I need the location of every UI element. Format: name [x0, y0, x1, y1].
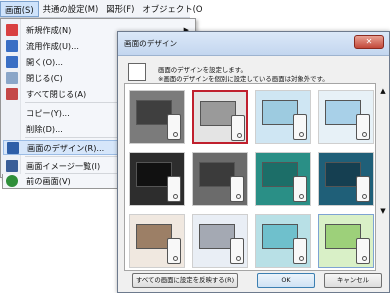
dialog-message: 画面のデザインを設定します。 ※画面のデザインを個別に設定している画面は対象外で… [128, 63, 383, 85]
message-line-2: ※画面のデザインを個別に設定している画面は対象外です。 [158, 75, 329, 83]
menu-item-label: 画面のデザイン(R)... [27, 142, 105, 153]
vertical-scrollbar[interactable]: ▲ ▼ [377, 83, 389, 271]
new-screen-icon [6, 23, 18, 36]
menu-item-label: 閉じる(C) [26, 72, 63, 83]
ok-button[interactable]: OK [257, 273, 315, 288]
menu-item-label: 流用作成(U)... [26, 40, 79, 51]
scroll-down-arrow-icon[interactable]: ▼ [377, 207, 389, 217]
mobile-preview-icon [293, 114, 307, 140]
design-tile[interactable] [129, 90, 185, 144]
mobile-preview-icon [167, 176, 181, 202]
apply-all-button[interactable]: すべての画面に設定を反映する(R) [132, 273, 238, 288]
mobile-preview-icon [356, 238, 370, 264]
menubar-item-screen[interactable]: 画面(S) [0, 0, 39, 17]
mobile-preview-icon [231, 115, 245, 141]
screen-image-list-icon [6, 159, 18, 172]
close-screen-icon [6, 71, 18, 84]
menu-item-label: 削除(D)... [26, 123, 63, 134]
design-tile[interactable] [318, 152, 374, 206]
mobile-preview-icon [293, 176, 307, 202]
design-tile[interactable] [318, 90, 374, 144]
design-tile-grid [124, 83, 376, 271]
mobile-preview-icon [356, 176, 370, 202]
design-tile[interactable] [192, 90, 248, 144]
mobile-preview-icon [230, 176, 244, 202]
menubar-item-common-settings[interactable]: 共通の設定(M) [39, 1, 103, 17]
design-info-icon [128, 63, 146, 81]
open-icon [6, 55, 18, 68]
design-tile[interactable] [129, 214, 185, 268]
mobile-preview-icon [167, 114, 181, 140]
design-tile[interactable] [129, 152, 185, 206]
screen-design-dialog: 画面のデザイン ✕ 画面のデザインを設定します。 ※画面のデザインを個別に設定し… [117, 31, 390, 293]
scroll-up-arrow-icon[interactable]: ▲ [377, 87, 389, 97]
menu-item-label: 画面イメージ一覧(I) [26, 160, 101, 171]
blank-icon [6, 107, 18, 119]
back-icon [6, 175, 18, 187]
mobile-preview-icon [167, 238, 181, 264]
menu-item-label: すべて閉じる(A) [26, 88, 87, 99]
menubar-item-shapes[interactable]: 図形(F) [102, 1, 138, 17]
menu-item-label: 前の画面(V) [26, 176, 71, 186]
design-tile[interactable] [255, 214, 311, 268]
copy-create-icon [6, 39, 18, 52]
app-root: 画面(S) 共通の設定(M) 図形(F) オブジェクト(O 新規作成(N) ▶ … [0, 0, 390, 293]
message-line-1: 画面のデザインを設定します。 [158, 66, 247, 74]
design-tile[interactable] [192, 214, 248, 268]
design-tile[interactable] [192, 152, 248, 206]
menu-bar: 画面(S) 共通の設定(M) 図形(F) オブジェクト(O [0, 0, 202, 18]
design-tile[interactable] [255, 152, 311, 206]
menu-item-label: コピー(Y)... [26, 107, 70, 118]
mobile-preview-icon [230, 238, 244, 264]
close-button[interactable]: ✕ [354, 35, 384, 49]
menubar-item-objects[interactable]: オブジェクト(O [138, 1, 206, 17]
mobile-preview-icon [293, 238, 307, 264]
screen-design-icon [7, 141, 19, 154]
close-all-icon [6, 87, 18, 100]
mobile-preview-icon [356, 114, 370, 140]
menu-item-label: 新規作成(N) [26, 24, 72, 35]
menu-item-label: 開く(O)... [26, 56, 64, 67]
blank-icon [6, 123, 18, 135]
dialog-titlebar: 画面のデザイン [118, 32, 389, 56]
cancel-button[interactable]: キャンセル [324, 273, 382, 288]
design-tile[interactable] [255, 90, 311, 144]
design-tile[interactable] [318, 214, 374, 268]
dialog-title: 画面のデザイン [124, 39, 178, 48]
